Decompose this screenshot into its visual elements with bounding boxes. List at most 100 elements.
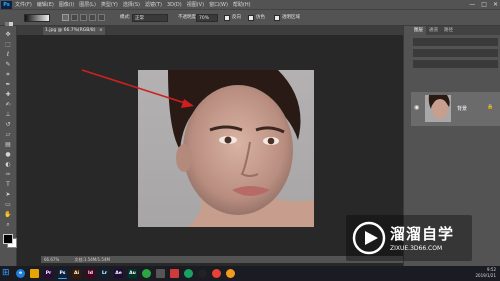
eyedropper-icon[interactable]: ✒ xyxy=(2,80,14,89)
aftereffects-icon[interactable]: Ae xyxy=(114,269,123,278)
chat-app-icon[interactable] xyxy=(142,269,151,278)
minimize-button[interactable]: — xyxy=(469,1,475,8)
lock-fill-bar[interactable] xyxy=(413,60,498,68)
type-icon[interactable]: T xyxy=(2,180,14,189)
reverse-checkbox[interactable] xyxy=(224,15,230,21)
linear-gradient-button[interactable] xyxy=(62,14,69,21)
document-tab-title: 1.jpg @ 66.7%(RGB/8) xyxy=(45,28,96,33)
taskbar: ⊞ e Pr Ps Ai Id Lr Ae Au 9:52 2019/1/21 xyxy=(0,266,500,281)
angle-gradient-button[interactable] xyxy=(80,14,87,21)
layer-filter-bar[interactable] xyxy=(413,38,498,46)
radial-gradient-button[interactable] xyxy=(71,14,78,21)
menu-item-3d[interactable]: 3D(D) xyxy=(167,2,182,8)
reflected-gradient-button[interactable] xyxy=(89,14,96,21)
dodge-icon[interactable]: ◐ xyxy=(2,160,14,169)
gradient-type-buttons xyxy=(62,14,108,22)
lasso-icon[interactable]: ℓ xyxy=(2,50,14,59)
shape-icon[interactable]: ▭ xyxy=(2,200,14,209)
folder-icon[interactable] xyxy=(30,269,39,278)
diamond-gradient-button[interactable] xyxy=(98,14,105,21)
chrome-icon[interactable] xyxy=(212,269,221,278)
watermark-url: ZIXUE.3D66.COM xyxy=(390,245,443,252)
healing-brush-icon[interactable]: ✚ xyxy=(2,90,14,99)
tab-paths[interactable]: 路径 xyxy=(441,26,456,35)
crop-icon[interactable]: ⌗ xyxy=(2,70,14,79)
pen-icon[interactable]: ✑ xyxy=(2,170,14,179)
eraser-icon[interactable]: ▱ xyxy=(2,130,14,139)
audition-icon[interactable]: Au xyxy=(128,269,137,278)
menu-item-type[interactable]: 类型(Y) xyxy=(101,1,118,8)
reverse-label: 反向 xyxy=(232,15,241,20)
eye-visibility-icon[interactable]: ◉ xyxy=(414,104,419,111)
menu-item-edit[interactable]: 编辑(E) xyxy=(37,1,54,8)
app-icon[interactable] xyxy=(170,269,179,278)
watermark: 溜溜自学 ZIXUE.3D66.COM xyxy=(346,215,472,261)
tools-panel: ✥ ⬚ ℓ ✎ ⌗ ✒ ✚ ✍ ⊥ ↺ ▱ ▤ ● ◐ ✑ T ➤ ▭ ✋ ⌕ xyxy=(0,26,17,266)
gradient-picker[interactable] xyxy=(24,14,50,22)
tab-channels[interactable]: 通道 xyxy=(426,26,441,35)
transparency-label: 透明区域 xyxy=(282,15,300,20)
blend-mode-bar[interactable] xyxy=(413,49,498,57)
opacity-input[interactable]: 70% xyxy=(196,14,218,22)
document-tab[interactable]: 1.jpg @ 66.7%(RGB/8) × xyxy=(43,27,105,35)
history-brush-icon[interactable]: ↺ xyxy=(2,120,14,129)
window-controls: — □ ✕ xyxy=(469,0,498,9)
options-bar: 模式: 正常 不透明度: 70% 反向 仿色 透明区域 xyxy=(0,9,500,28)
marquee-icon[interactable]: ⬚ xyxy=(2,40,14,49)
brush-icon[interactable]: ✍ xyxy=(2,100,14,109)
dither-checkbox[interactable] xyxy=(248,15,254,21)
blur-icon[interactable]: ● xyxy=(2,150,14,159)
photoshop-taskbar-icon[interactable]: Ps xyxy=(58,269,67,279)
indesign-icon[interactable]: Id xyxy=(86,269,95,278)
lightroom-icon[interactable]: Lr xyxy=(100,269,109,278)
menu-item-help[interactable]: 帮助(H) xyxy=(233,1,251,8)
clone-stamp-icon[interactable]: ⊥ xyxy=(2,110,14,119)
tab-layers[interactable]: 图层 xyxy=(411,26,426,35)
gradient-icon[interactable]: ▤ xyxy=(2,140,14,149)
opacity-label: 不透明度: xyxy=(178,15,198,20)
mode-select[interactable]: 正常 xyxy=(132,14,168,22)
premiere-icon[interactable]: Pr xyxy=(44,269,53,278)
lock-icon[interactable]: 🔒 xyxy=(487,104,493,110)
windows-start-icon[interactable]: ⊞ xyxy=(2,268,12,279)
tool-preset-picker[interactable] xyxy=(4,14,14,28)
layer-name[interactable]: 背景 xyxy=(457,105,467,112)
qq-icon[interactable] xyxy=(198,269,207,278)
watermark-title: 溜溜自学 xyxy=(390,225,455,243)
menu-bar: Ps 文件(F) 编辑(E) 图像(I) 图层(L) 类型(Y) 选择(S) 滤… xyxy=(0,0,500,9)
menu-item-filter[interactable]: 滤镜(T) xyxy=(145,1,162,8)
app-orange-icon[interactable] xyxy=(226,269,235,278)
annotation-arrow-icon xyxy=(81,69,194,108)
menu-item-image[interactable]: 图像(I) xyxy=(59,1,74,8)
photoshop-logo-icon[interactable]: Ps xyxy=(1,0,12,9)
document-info[interactable]: 文档:1.54M/1.54M xyxy=(75,257,110,262)
layer-thumbnail xyxy=(425,95,451,122)
layer-thumbnail-image xyxy=(428,95,450,119)
maximize-button[interactable]: □ xyxy=(481,1,487,8)
layer-row-background[interactable]: ◉ 背景 🔒 xyxy=(411,92,500,126)
menu-item-window[interactable]: 窗口(W) xyxy=(209,1,228,8)
wechat-icon[interactable] xyxy=(184,269,193,278)
media-player-icon[interactable] xyxy=(156,269,165,278)
menu-item-view[interactable]: 视图(V) xyxy=(187,1,204,8)
zoom-level[interactable]: 66.67% xyxy=(44,257,59,262)
layers-panel-tabs: 图层 通道 路径 xyxy=(411,26,500,35)
move-icon[interactable]: ✥ xyxy=(2,30,14,39)
clock-date: 2019/1/21 xyxy=(475,273,496,278)
path-select-icon[interactable]: ➤ xyxy=(2,190,14,199)
quick-select-icon[interactable]: ✎ xyxy=(2,60,14,69)
system-clock[interactable]: 9:52 2019/1/21 xyxy=(475,267,496,279)
menu-item-layer[interactable]: 图层(L) xyxy=(79,1,96,8)
zoom-icon[interactable]: ⌕ xyxy=(2,220,14,229)
menu-item-select[interactable]: 选择(S) xyxy=(123,1,140,8)
browser-icon[interactable]: e xyxy=(16,269,25,278)
dither-label: 仿色 xyxy=(256,15,265,20)
mode-label: 模式: xyxy=(120,15,131,20)
transparency-checkbox[interactable] xyxy=(274,15,280,21)
close-tab-icon[interactable]: × xyxy=(99,28,103,33)
menu-item-file[interactable]: 文件(F) xyxy=(15,1,32,8)
foreground-color-swatch[interactable] xyxy=(3,234,13,244)
hand-icon[interactable]: ✋ xyxy=(2,210,14,219)
close-button[interactable]: ✕ xyxy=(493,1,498,8)
illustrator-icon[interactable]: Ai xyxy=(72,269,81,278)
